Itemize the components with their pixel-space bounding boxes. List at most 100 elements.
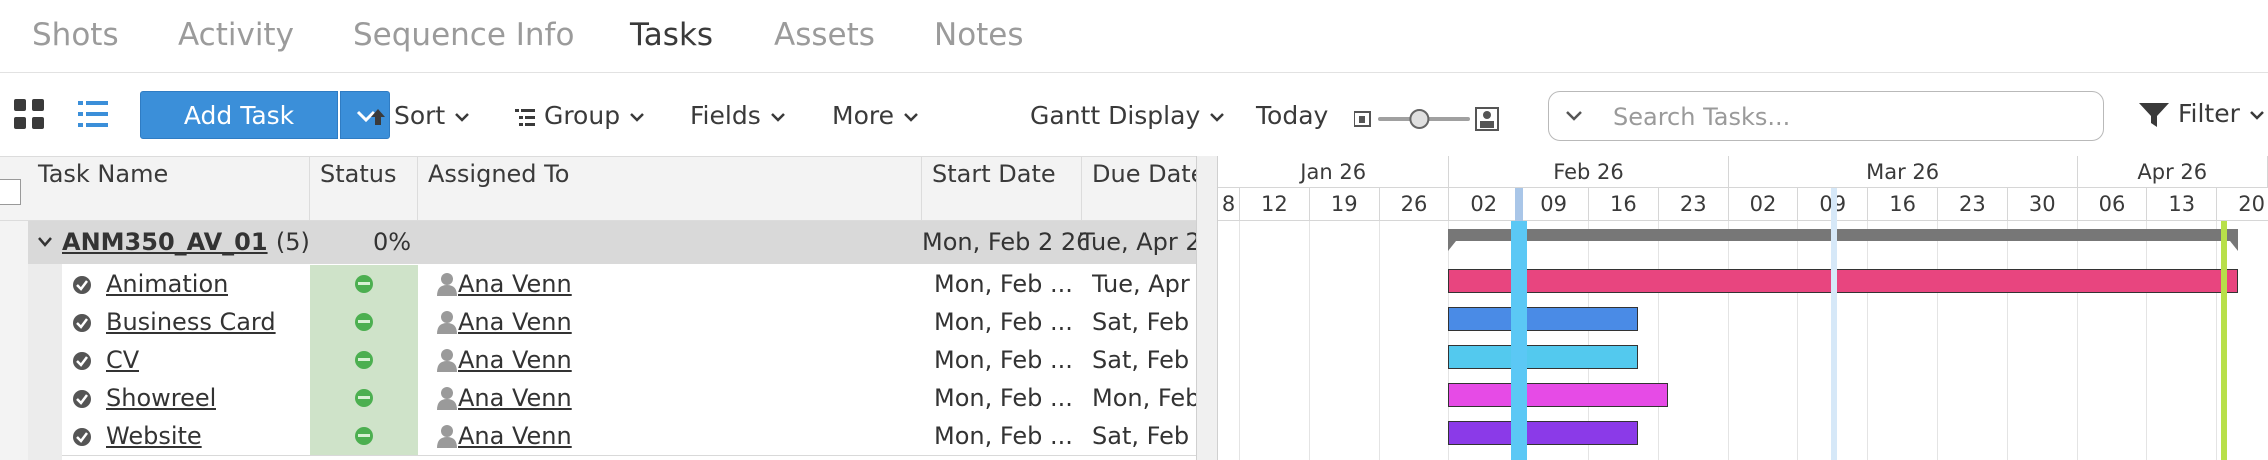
tab-sequence-info[interactable]: Sequence Info: [353, 12, 574, 58]
table-row[interactable]: Showreel Ana Venn Mon, Feb ... Mon, Feb: [62, 379, 1196, 418]
gantt-display-button[interactable]: Gantt Display: [1030, 99, 1226, 133]
list-view-icon[interactable]: [76, 97, 110, 131]
table-row[interactable]: CV Ana Venn Mon, Feb ... Sat, Feb 2: [62, 341, 1196, 380]
sort-button[interactable]: Sort: [370, 99, 471, 133]
column-header-assigned-to[interactable]: Assigned To: [418, 157, 922, 220]
collapse-chevron-icon[interactable]: [36, 233, 54, 251]
task-check-icon: [73, 428, 91, 446]
status-cell[interactable]: [310, 265, 418, 303]
more-button[interactable]: More: [832, 99, 920, 133]
zoom-slider-knob[interactable]: [1409, 109, 1430, 129]
column-header-status[interactable]: Status: [310, 157, 418, 220]
group-row[interactable]: ANM350_AV_01 (5) 0% Mon, Feb 2 26 Tue, A…: [28, 221, 1196, 264]
status-icon: [355, 427, 373, 445]
column-header-start-date[interactable]: Start Date: [922, 157, 1082, 220]
gantt-month-label: Jan 26: [1218, 156, 1450, 188]
group-name-link[interactable]: ANM350_AV_01: [62, 228, 268, 256]
gantt-day-label: 02: [1449, 188, 1520, 221]
tab-assets[interactable]: Assets: [774, 12, 875, 58]
gantt-gridline: [1727, 221, 1729, 460]
zoom-slider[interactable]: [1353, 103, 1500, 133]
more-label: More: [832, 101, 894, 130]
assignee[interactable]: Ana Venn: [436, 303, 572, 341]
status-cell[interactable]: [310, 303, 418, 341]
status-icon: [355, 275, 373, 293]
tab-bar: Shots Activity Sequence Info Tasks Asset…: [0, 0, 2268, 73]
gantt-task-bar[interactable]: [1448, 421, 1638, 445]
assignee[interactable]: Ana Venn: [436, 341, 572, 379]
assignee[interactable]: Ana Venn: [436, 417, 572, 455]
column-header-due-date[interactable]: Due Date: [1082, 157, 1196, 220]
gantt-summary-bar[interactable]: [1448, 229, 2238, 251]
user-icon: [437, 311, 457, 334]
chevron-down-icon: [1210, 113, 1225, 122]
task-check-icon: [73, 314, 91, 332]
column-header-task-name[interactable]: Task Name: [28, 157, 310, 220]
select-all-checkbox[interactable]: [0, 179, 21, 205]
start-date: Mon, Feb ...: [934, 422, 1073, 450]
search-box[interactable]: [1548, 91, 2104, 141]
today-header-marker: [1515, 188, 1523, 221]
gantt-day-label: 09: [1519, 188, 1589, 221]
task-name[interactable]: Showreel: [106, 379, 216, 417]
gantt-gridline: [1239, 221, 1240, 460]
task-name[interactable]: Animation: [106, 265, 228, 303]
group-name[interactable]: ANM350_AV_01 (5): [62, 223, 310, 261]
group-icon: [515, 109, 535, 126]
tab-tasks[interactable]: Tasks: [630, 12, 713, 58]
gantt-chart: 8121926020916230209162330061320Jan 26Feb…: [1218, 156, 2268, 460]
assignee[interactable]: Ana Venn: [436, 265, 572, 303]
group-count: (5): [275, 228, 310, 256]
table-row[interactable]: Business Card Ana Venn Mon, Feb ... Sat, Fe…: [62, 303, 1196, 342]
gantt-task-bar[interactable]: [1448, 383, 1668, 407]
start-date: Mon, Feb ...: [934, 308, 1073, 336]
tab-shots[interactable]: Shots: [32, 12, 119, 58]
add-task-button[interactable]: Add Task: [140, 91, 338, 139]
group-due-date: Tue, Apr 2: [1080, 228, 1196, 256]
gantt-gridline: [1867, 221, 1869, 460]
filter-button[interactable]: Filter: [2138, 97, 2266, 131]
status-cell[interactable]: [310, 379, 418, 417]
gantt-display-label: Gantt Display: [1030, 101, 1201, 130]
zoom-out-icon: [1353, 111, 1371, 127]
milestone-marker: [2221, 221, 2227, 460]
table-row[interactable]: Animation Ana Venn Mon, Feb ... Tue, Apr: [62, 265, 1196, 304]
task-name[interactable]: Business Card: [106, 303, 276, 341]
table-row[interactable]: Website Ana Venn Mon, Feb ... Sat, Feb 2: [62, 417, 1196, 456]
pane-splitter[interactable]: [1196, 156, 1218, 460]
gantt-task-bar[interactable]: [1448, 307, 1638, 331]
assignee[interactable]: Ana Venn: [436, 379, 572, 417]
gantt-gridline: [2146, 221, 2148, 460]
group-button[interactable]: Group: [514, 99, 646, 133]
chevron-down-icon[interactable]: [1563, 106, 1585, 126]
task-name[interactable]: Website: [106, 417, 202, 455]
fields-label: Fields: [690, 101, 761, 130]
task-check-icon: [73, 352, 91, 370]
status-cell[interactable]: [310, 341, 418, 379]
gantt-highlight-line: [1831, 188, 1837, 460]
gantt-gridline: [2006, 221, 2008, 460]
today-button[interactable]: Today: [1256, 99, 1328, 133]
tab-notes[interactable]: Notes: [934, 12, 1024, 58]
grid-view-icon[interactable]: [12, 97, 46, 131]
gantt-task-bar[interactable]: [1448, 269, 2238, 293]
gantt-gridline: [1657, 221, 1659, 460]
gantt-gridline: [1797, 221, 1799, 460]
status-cell[interactable]: [310, 417, 418, 455]
fields-button[interactable]: Fields: [690, 99, 787, 133]
gantt-day-label: 20: [2217, 188, 2268, 221]
due-date: Sat, Feb 2: [1092, 422, 1196, 450]
gantt-day-label: 30: [2007, 188, 2078, 221]
sort-label: Sort: [393, 101, 446, 130]
due-date: Sat, Feb 2: [1092, 308, 1196, 336]
search-input[interactable]: [1611, 100, 2085, 134]
gantt-task-bar[interactable]: [1448, 345, 1638, 369]
gantt-day-label: 06: [2077, 188, 2148, 221]
filter-icon: [2139, 103, 2169, 127]
task-name[interactable]: CV: [106, 341, 139, 379]
gantt-day-label: 16: [1589, 188, 1659, 221]
tab-activity[interactable]: Activity: [178, 12, 294, 58]
due-date: Sat, Feb 2: [1092, 346, 1196, 374]
chevron-down-icon: [770, 113, 785, 122]
gantt-month-label: Mar 26: [1728, 156, 2078, 188]
